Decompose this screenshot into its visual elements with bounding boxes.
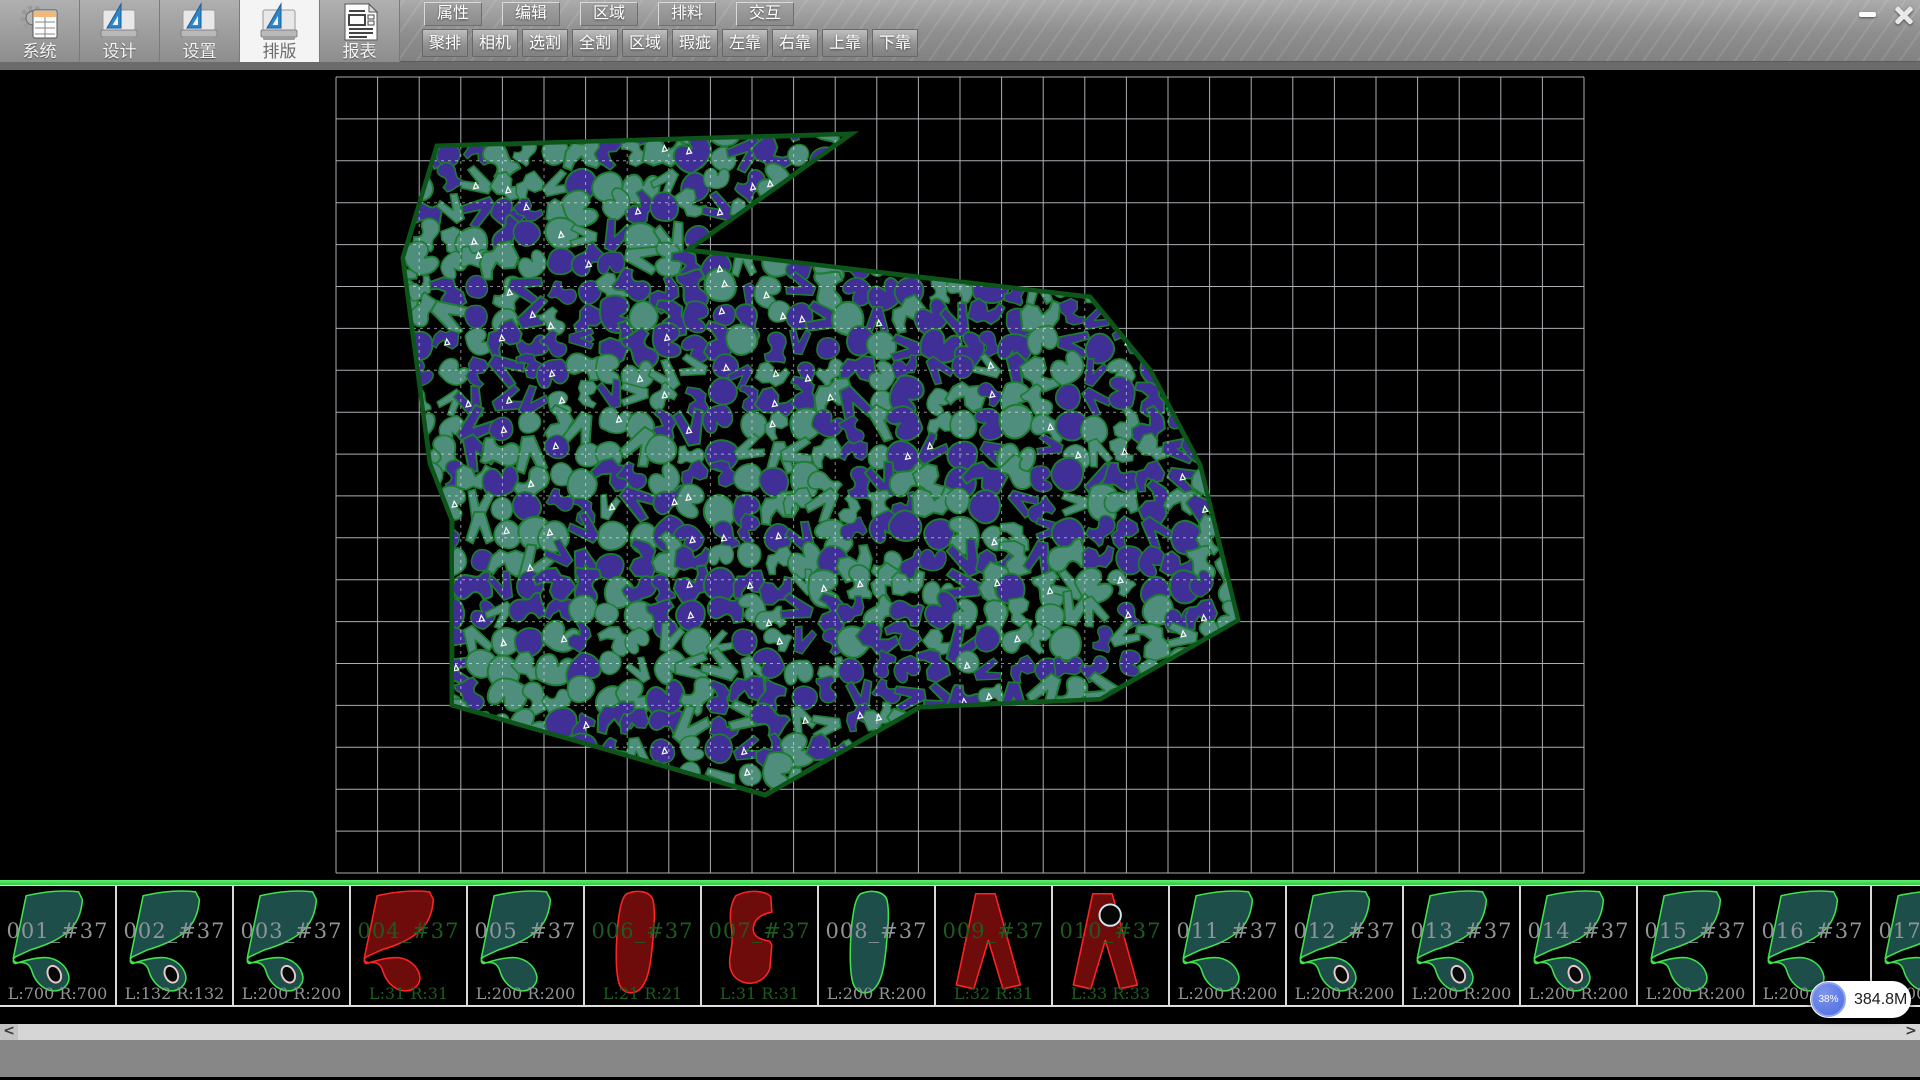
horizontal-scrollbar[interactable]: < > <box>0 1024 1920 1040</box>
app-mode-buttons: 系统 设计 设置 排版 报表 <box>0 0 400 62</box>
app-button-2[interactable]: 设计 <box>80 0 160 62</box>
thumbnail-shape <box>1638 886 1755 1003</box>
thumbnail-shape <box>702 886 819 1003</box>
thumbnail-piece-009_#37[interactable]: 009_#37L:32 R:31 <box>936 886 1053 1005</box>
thumbnail-shape <box>468 886 585 1003</box>
thumbnail-shape <box>0 886 117 1003</box>
tool-item-8[interactable]: 右靠 <box>772 29 818 57</box>
titlebar-bottom-strip <box>0 61 1920 70</box>
app-button-4[interactable]: 排版 <box>240 0 320 62</box>
thumbnail-piece-008_#37[interactable]: 008_#37L:200 R:200 <box>819 886 936 1005</box>
scroll-right-arrow-icon[interactable]: > <box>1902 1024 1920 1040</box>
tool-item-3[interactable]: 选割 <box>522 29 568 57</box>
thumbnail-piece-003_#37[interactable]: 003_#37L:200 R:200 <box>234 886 351 1005</box>
tool-item-7[interactable]: 左靠 <box>722 29 768 57</box>
thumbnail-piece-011_#37[interactable]: 011_#37L:200 R:200 <box>1170 886 1287 1005</box>
menu-item-1[interactable]: 属性 <box>424 2 482 26</box>
progress-percent: 38% <box>1818 994 1838 1005</box>
thumbnail-shape <box>585 886 702 1003</box>
thumbnail-piece-006_#37[interactable]: 006_#37L:21 R:21 <box>585 886 702 1005</box>
progress-circle: 38% <box>1811 982 1846 1017</box>
app-button-5[interactable]: 报表 <box>320 0 400 62</box>
thumbnail-shape <box>117 886 234 1003</box>
window-controls <box>1854 3 1917 26</box>
thumbnail-piece-005_#37[interactable]: 005_#37L:200 R:200 <box>468 886 585 1005</box>
scroll-left-arrow-icon[interactable]: < <box>0 1024 18 1040</box>
app-button-3[interactable]: 设置 <box>160 0 240 62</box>
titlebar: 系统设计设置排版报表 属性编辑区域排料交互 聚排相机选割全割区域瑕疵左靠右靠上靠… <box>0 0 1920 70</box>
thumbnail-shape <box>1287 886 1404 1003</box>
tool-item-10[interactable]: 下靠 <box>872 29 918 57</box>
tool-item-4[interactable]: 全割 <box>572 29 618 57</box>
thumbnail-piece-007_#37[interactable]: 007_#37L:31 R:31 <box>702 886 819 1005</box>
settings-ruler-icon <box>177 2 223 42</box>
tool-item-5[interactable]: 区域 <box>622 29 668 57</box>
thumbnail-shape <box>819 886 936 1003</box>
thumbnail-shape <box>351 886 468 1003</box>
thumbnail-piece-001_#37[interactable]: 001_#37L:700 R:700 <box>0 886 117 1005</box>
design-ruler-icon <box>97 2 143 42</box>
thumbnail-shape <box>1521 886 1638 1003</box>
thumbnail-piece-010_#37[interactable]: 010_#37L:33 R:33 <box>1053 886 1170 1005</box>
system-gear-icon <box>17 2 63 42</box>
thumbnail-piece-015_#37[interactable]: 015_#37L:200 R:200 <box>1638 886 1755 1005</box>
app-button-label: 设计 <box>103 42 137 61</box>
thumbnail-piece-013_#37[interactable]: 013_#37L:200 R:200 <box>1404 886 1521 1005</box>
menu-item-5[interactable]: 交互 <box>736 2 794 26</box>
thumbnail-shape <box>234 886 351 1003</box>
minimize-button[interactable] <box>1854 3 1881 26</box>
menu-item-4[interactable]: 排料 <box>658 2 716 26</box>
thumbnail-shape <box>1170 886 1287 1003</box>
memory-value: 384.8M <box>1854 981 1907 1018</box>
tool-item-9[interactable]: 上靠 <box>822 29 868 57</box>
canvas-svg <box>0 70 1920 880</box>
thumbnail-piece-014_#37[interactable]: 014_#37L:200 R:200 <box>1521 886 1638 1005</box>
app-button-label: 排版 <box>263 42 297 61</box>
menu-item-3[interactable]: 区域 <box>580 2 638 26</box>
app-button-1[interactable]: 系统 <box>0 0 80 62</box>
minimize-icon <box>1859 12 1876 17</box>
tool-item-2[interactable]: 相机 <box>472 29 518 57</box>
thumbnail-shape <box>936 886 1053 1003</box>
app-button-label: 设置 <box>183 42 217 61</box>
menu-item-2[interactable]: 编辑 <box>502 2 560 26</box>
tool-item-1[interactable]: 聚排 <box>422 29 468 57</box>
status-bar <box>0 1040 1920 1077</box>
app-button-label: 系统 <box>23 42 57 61</box>
piece-thumbnail-strip: 001_#37L:700 R:700002_#37L:132 R:132003_… <box>0 885 1920 1007</box>
close-icon <box>1895 6 1913 24</box>
nesting-ruler-icon <box>257 2 303 42</box>
menu-bar: 属性编辑区域排料交互 <box>424 2 794 26</box>
nesting-canvas[interactable] <box>0 70 1920 880</box>
memory-status-badge: 38% 384.8M <box>1810 981 1911 1018</box>
thumbnail-shape <box>1053 886 1170 1003</box>
close-button[interactable] <box>1890 3 1917 26</box>
thumbnail-piece-002_#37[interactable]: 002_#37L:132 R:132 <box>117 886 234 1005</box>
thumbnail-piece-004_#37[interactable]: 004_#37L:31 R:31 <box>351 886 468 1005</box>
thumbnail-piece-012_#37[interactable]: 012_#37L:200 R:200 <box>1287 886 1404 1005</box>
report-document-icon <box>337 2 383 42</box>
app-button-label: 报表 <box>343 42 377 61</box>
thumbnail-shape <box>1404 886 1521 1003</box>
tool-bar: 聚排相机选割全割区域瑕疵左靠右靠上靠下靠 <box>422 29 918 57</box>
tool-item-6[interactable]: 瑕疵 <box>672 29 718 57</box>
